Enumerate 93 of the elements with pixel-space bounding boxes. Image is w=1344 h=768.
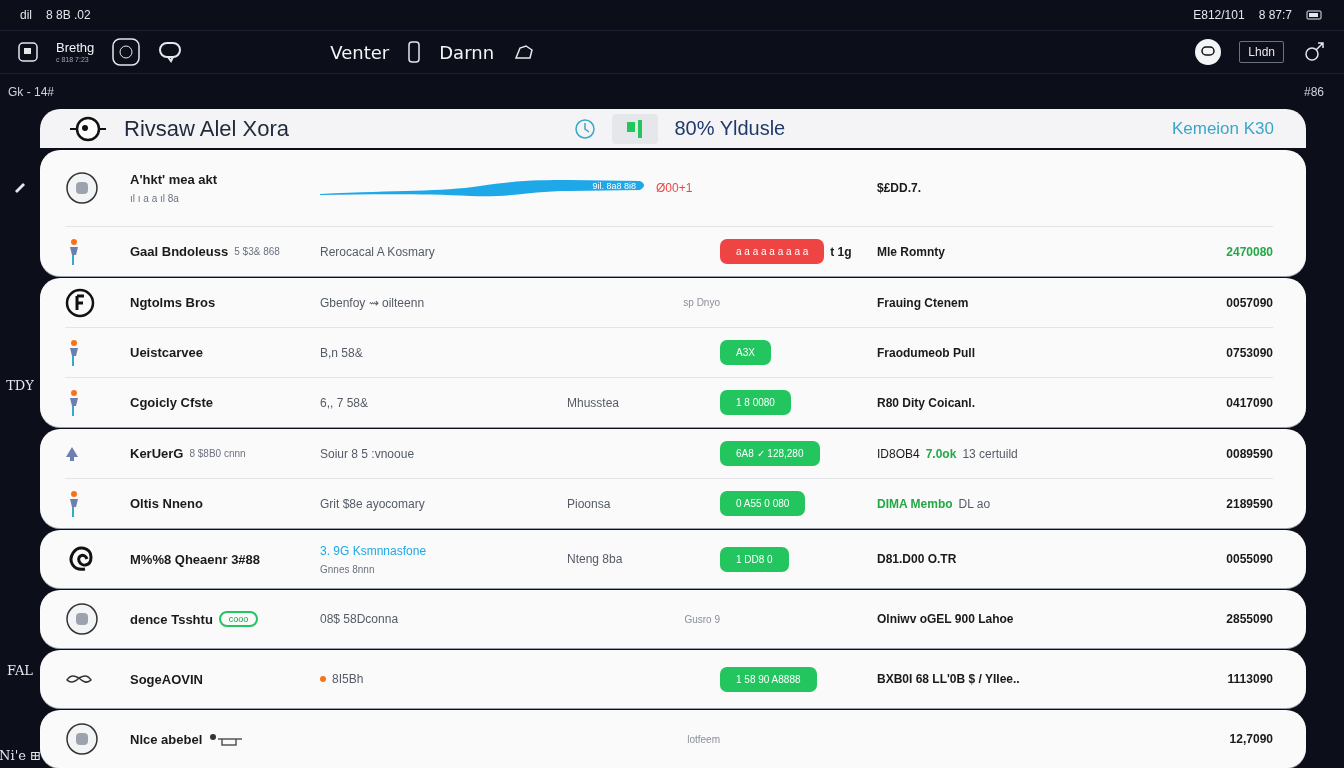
sidebar-label[interactable]: TDY — [6, 378, 34, 393]
item-detail: 08$ 58Dconna — [320, 612, 399, 626]
item-description: Frauing Ctenem — [877, 295, 969, 310]
item-detail: 6,, 7 58& — [320, 395, 369, 410]
item-value: 12,7090 — [1229, 732, 1273, 746]
item-name: KerUerG — [130, 446, 184, 461]
chat-icon — [1201, 46, 1216, 58]
pill-note: t 1g — [830, 244, 852, 259]
item-detail: Gbenfoy ⇝ oilteenn — [320, 295, 425, 310]
chat-button[interactable] — [1195, 39, 1222, 65]
item-description: Olniwv oGEL 900 Lahoe — [877, 612, 1014, 626]
item-name: A'hkt' mea akt — [130, 172, 218, 187]
status-pill: 6A8 ✓ 128,280 — [720, 441, 820, 466]
item-description: Fraodumeob Pull — [877, 345, 975, 360]
item-description: 13 certuild — [962, 446, 1018, 461]
panel-title: Rivsaw Alel Xora — [124, 115, 290, 142]
item-description: R80 Dity Coicanl. — [877, 395, 976, 410]
item-description: ID8OB4 — [877, 446, 920, 461]
nav-title[interactable]: Darnn — [439, 41, 495, 63]
battery-icon — [1306, 10, 1324, 20]
item-note: Nteng 8ba — [567, 552, 623, 566]
item-note: 5 $3& 868 — [234, 246, 280, 257]
item-name: Ueistcarvee — [130, 345, 203, 360]
item-value: 2855090 — [1226, 612, 1273, 626]
item-note: Mhusstea — [567, 395, 620, 410]
item-detail: 8I5Bh — [332, 672, 364, 686]
item-value: 0055090 — [1226, 552, 1273, 566]
item-value: 0089590 — [1226, 446, 1273, 461]
item-name: M%%8 Qheaenr 3#88 — [130, 551, 261, 567]
item-subtitle: ıl ı a a ıl 8a — [130, 193, 180, 204]
app-icon[interactable] — [112, 38, 141, 66]
status-pill: 1 8 0080 — [720, 390, 791, 415]
nav-title[interactable]: Venter — [330, 41, 390, 63]
frame-button[interactable]: Lhdn — [1239, 41, 1284, 63]
item-value: 1113090 — [1227, 672, 1273, 686]
item-note: 8 $8B0 cnnn — [189, 448, 246, 459]
item-value: 2189590 — [1226, 496, 1273, 511]
item-value: 2470080 — [1226, 244, 1273, 259]
section-label: Gk - 14# — [8, 84, 55, 99]
status-pill: 1 DD8 0 — [720, 546, 789, 572]
item-description: BXB0I 68 LL'0B $ / YIIee.. — [877, 672, 1020, 686]
status-pill: a a a a a a a a a — [720, 239, 825, 264]
sidebar-label[interactable]: FAL — [7, 663, 33, 678]
item-description: DL ao — [958, 496, 991, 511]
item-name: SogeAOVIN — [130, 671, 203, 687]
item-tag: cooo — [218, 611, 259, 627]
item-note: lotfeem — [687, 733, 720, 745]
item-value: 0057090 — [1226, 295, 1273, 310]
section-label: #86 — [1303, 84, 1324, 99]
item-detail: Rerocacal A Kosmary — [320, 244, 435, 259]
usage-stat: 80% Yldusle — [674, 117, 786, 140]
item-detail: B,n 58& — [320, 345, 363, 360]
item-subtitle: Gnnes 8nnn — [320, 563, 376, 575]
status-text: 8 8B .02 — [46, 8, 91, 22]
item-description: $£DD.7. — [877, 181, 922, 195]
item-value: 0753090 — [1226, 345, 1273, 360]
status-text: dil — [20, 8, 32, 22]
item-value: 0417090 — [1226, 395, 1273, 410]
chart-icon — [627, 119, 644, 138]
item-detail: 3. 9G Ksmnnasfone — [320, 543, 427, 558]
item-highlight: 7.0ok — [925, 446, 957, 461]
wave-label: 9il. 8a8 8i8 — [592, 181, 636, 191]
badge-icon — [65, 722, 99, 756]
status-text: 8 87:7 — [1258, 8, 1292, 22]
status-pill: 0 A55 0 080 — [720, 491, 806, 516]
gender-icon[interactable] — [1302, 40, 1326, 64]
item-detail: Grit $8e ayocomary — [320, 496, 425, 511]
status-pill: 1 58 90 A8888 — [720, 666, 817, 692]
item-name: dence Tsshtu — [130, 611, 213, 627]
badge-icon — [65, 602, 99, 636]
item-note: sp Dnyo — [683, 297, 720, 308]
item-highlight: DIMA Membo — [877, 496, 953, 511]
sidebar-label[interactable]: Ni'e ⊞ — [0, 748, 41, 763]
item-note: Gusro 9 — [684, 613, 720, 625]
status-pill: A3X — [720, 340, 771, 365]
item-description: D81.D00 O.TR — [877, 552, 957, 566]
badge-icon — [65, 171, 99, 205]
item-detail: Soiur 8 5 :vnooue — [320, 446, 415, 461]
arrow-up-icon — [65, 445, 79, 462]
item-name: Ngtolms Bros — [130, 295, 216, 310]
item-name: Cgoicly Cfste — [130, 395, 214, 410]
coin-icon — [65, 287, 95, 318]
phone-icon[interactable] — [407, 41, 422, 63]
item-note: Pioonsa — [567, 496, 611, 511]
item-name: Gaal Bndoleuss — [130, 244, 229, 259]
brand-name: Brethg — [56, 41, 95, 54]
item-description: Mle Romnty — [877, 244, 945, 259]
status-text: E812/101 — [1193, 8, 1245, 22]
clock-icon — [574, 117, 597, 140]
square-icon[interactable] — [18, 42, 38, 62]
item-name: Nlce abebel — [130, 731, 203, 747]
item-name: Oltis Nneno — [130, 496, 203, 511]
wave-reading: Ø00+1 — [656, 181, 693, 195]
